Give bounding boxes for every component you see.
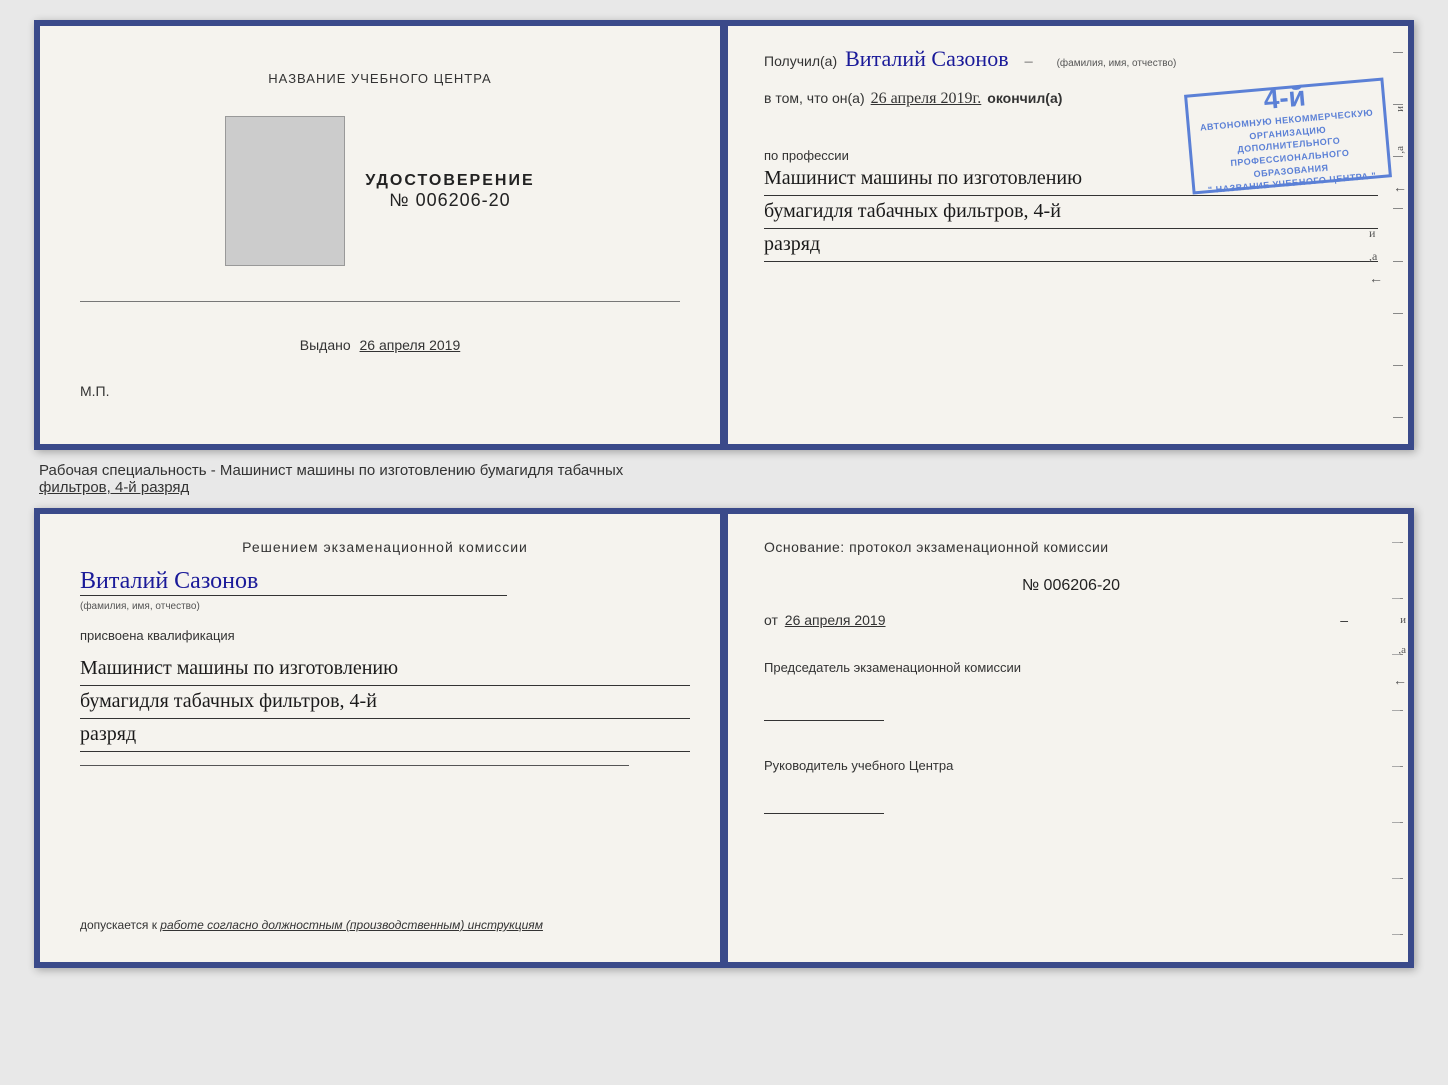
bottom-certificate: Решением экзаменационной комиссии Витали… bbox=[34, 508, 1414, 968]
specialty-label: Рабочая специальность - Машинист машины … bbox=[34, 462, 1414, 496]
arrow-label-right: ← bbox=[1369, 272, 1383, 288]
prisvoena-row: присвоена квалификация bbox=[80, 627, 690, 645]
vtom-date: 26 апреля 2019г. bbox=[871, 90, 982, 108]
profession-line3: разряд bbox=[764, 229, 1378, 262]
dopuskaetsya-value: работе согласно должностным (производств… bbox=[160, 918, 543, 932]
name-caption-top: (фамилия, имя, отчество) bbox=[1057, 58, 1177, 69]
document-container: НАЗВАНИЕ УЧЕБНОГО ЦЕНТРА УДОСТОВЕРЕНИЕ №… bbox=[34, 20, 1414, 968]
okonchil-label: окончил(а) bbox=[987, 90, 1062, 106]
qual-line3: разряд bbox=[80, 719, 690, 752]
bottom-name-row: Виталий Сазонов (фамилия, имя, отчество) bbox=[80, 568, 690, 614]
photo-placeholder bbox=[225, 116, 345, 266]
udost-number: № 006206-20 bbox=[365, 190, 534, 211]
bottom-left-panel: Решением экзаменационной комиссии Витали… bbox=[40, 514, 724, 962]
prisvoena-label: присвоена квалификация bbox=[80, 628, 235, 643]
vydano-label: Выдано bbox=[300, 337, 351, 353]
arrow-label-top: ← bbox=[1393, 181, 1407, 197]
stamp-large-number: 4-й bbox=[1262, 81, 1307, 117]
right-margin-dashes bbox=[1388, 514, 1403, 962]
predsedatel-sig bbox=[764, 705, 1378, 721]
predsedatel-sig-line bbox=[764, 705, 884, 721]
bottom-number: № 006206-20 bbox=[764, 577, 1378, 595]
rukovoditel-title: Руководитель учебного Центра bbox=[764, 758, 1378, 773]
rukovoditel-sig bbox=[764, 798, 1378, 819]
udostoverenie-block: УДОСТОВЕРЕНИЕ № 006206-20 bbox=[365, 172, 534, 211]
predsedatel-block: Председатель экзаменационной комиссии bbox=[764, 660, 1378, 721]
top-certificate: НАЗВАНИЕ УЧЕБНОГО ЦЕНТРА УДОСТОВЕРЕНИЕ №… bbox=[34, 20, 1414, 450]
udost-title: УДОСТОВЕРЕНИЕ bbox=[365, 172, 534, 190]
top-left-title: НАЗВАНИЕ УЧЕБНОГО ЦЕНТРА bbox=[268, 71, 491, 86]
ot-row: от 26 апреля 2019 – bbox=[764, 612, 1378, 628]
dopuskaetsya-row: допускается к работе согласно должностны… bbox=[80, 918, 690, 942]
top-right-panel: и ,а ← Получил(а) Виталий Сазонов – (фам… bbox=[724, 26, 1408, 444]
bottom-name-caption: (фамилия, имя, отчество) bbox=[80, 601, 200, 612]
rukovoditel-sig-line bbox=[764, 798, 884, 814]
poluchil-prefix: Получил(а) bbox=[764, 53, 837, 69]
bottom-recipient-name: Виталий Сазонов bbox=[80, 568, 258, 594]
predsedatel-title: Председатель экзаменационной комиссии bbox=[764, 660, 1378, 675]
qual-line2: бумагидля табачных фильтров, 4-й bbox=[80, 686, 690, 719]
osnovanie-text: Основание: протокол экзаменационной коми… bbox=[764, 539, 1378, 555]
a-label-top: ,а bbox=[1394, 146, 1406, 154]
specialty-prefix: Рабочая специальность - Машинист машины … bbox=[39, 462, 623, 479]
side-dashes-top: и ,а ← bbox=[1388, 26, 1408, 444]
i-label-top: и bbox=[1394, 106, 1406, 112]
rukovoditel-block: Руководитель учебного Центра bbox=[764, 758, 1378, 819]
bottom-right-panel: и ,а ← Основание: протокол экзаменационн… bbox=[724, 514, 1408, 962]
right-labels: и ,а ← bbox=[1369, 226, 1383, 288]
top-left-panel: НАЗВАНИЕ УЧЕБНОГО ЦЕНТРА УДОСТОВЕРЕНИЕ №… bbox=[40, 26, 724, 444]
mp-label: М.П. bbox=[80, 383, 110, 399]
qual-line1: Машинист машины по изготовлению bbox=[80, 653, 690, 686]
poluchil-row: Получил(а) Виталий Сазонов – (фамилия, и… bbox=[764, 46, 1378, 72]
ot-date: 26 апреля 2019 bbox=[785, 612, 886, 628]
vtom-prefix: в том, что он(а) bbox=[764, 90, 865, 106]
profession-line2: бумагидля табачных фильтров, 4-й bbox=[764, 196, 1378, 229]
specialty-underlined: фильтров, 4-й разряд bbox=[39, 479, 189, 496]
qual-lines: Машинист машины по изготовлению бумагидл… bbox=[80, 653, 690, 752]
vydano-date: 26 апреля 2019 bbox=[360, 337, 461, 353]
resheniem-text: Решением экзаменационной комиссии bbox=[80, 539, 690, 555]
vydano-line: Выдано 26 апреля 2019 bbox=[300, 337, 461, 353]
dopuskaetsya-label: допускается к bbox=[80, 918, 157, 932]
a-label-right: ,а bbox=[1369, 249, 1383, 264]
ot-label: от bbox=[764, 612, 778, 628]
stamp-overlay: 4-й АВТОНОМНУЮ НЕКОММЕРЧЕСКУЮ ОРГАНИЗАЦИ… bbox=[1184, 77, 1392, 194]
i-label-right: и bbox=[1369, 226, 1383, 241]
recipient-name-top: Виталий Сазонов bbox=[845, 46, 1008, 72]
